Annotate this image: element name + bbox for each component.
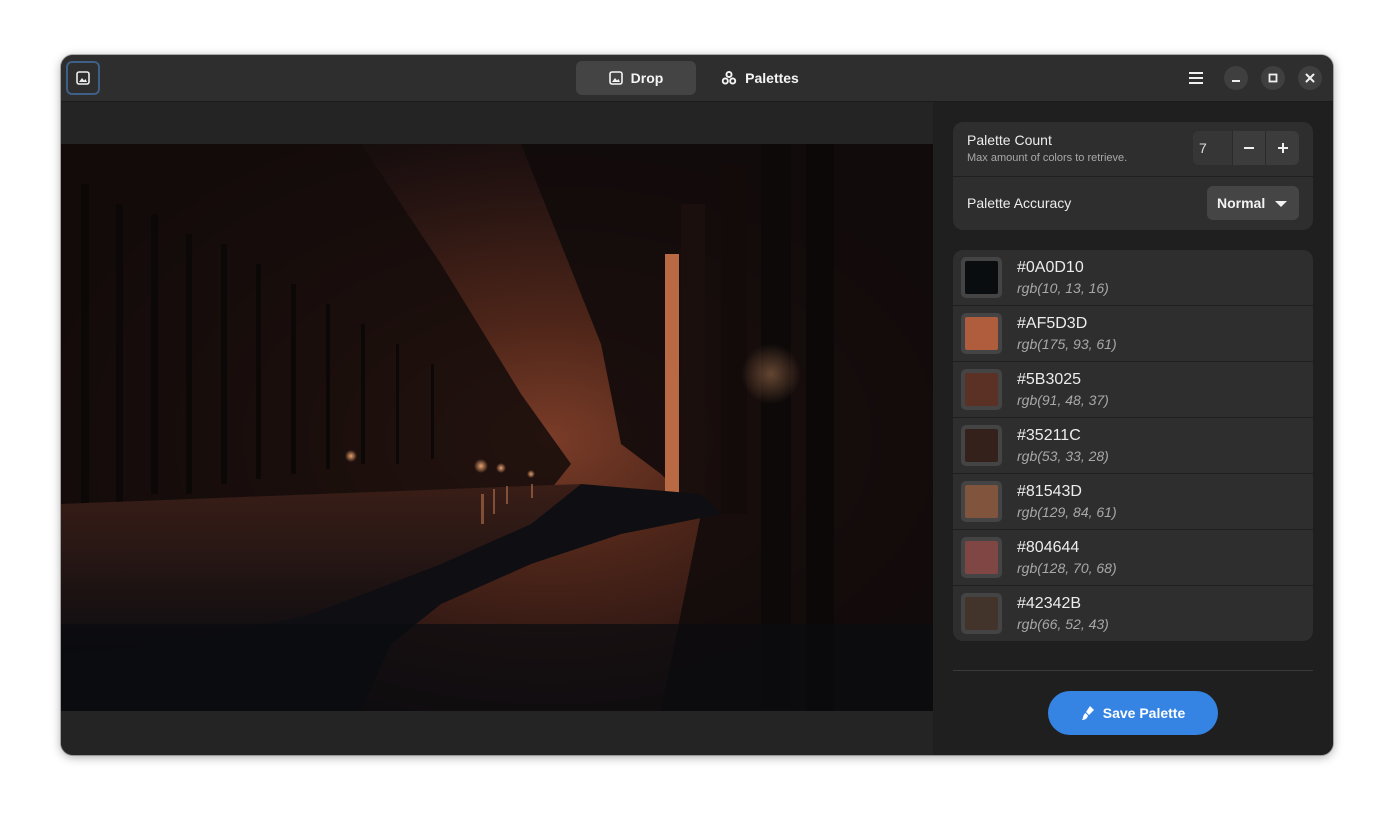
palette-color-row[interactable]: #5B3025 rgb(91, 48, 37) (953, 362, 1313, 418)
palette-color-row[interactable]: #35211C rgb(53, 33, 28) (953, 418, 1313, 474)
image-icon (608, 71, 623, 85)
color-swatch (961, 369, 1002, 410)
main-menu-button[interactable] (1179, 65, 1213, 91)
palette-count-subtitle: Max amount of colors to retrieve. (967, 152, 1128, 164)
palettes-icon (721, 71, 737, 85)
decrement-button[interactable] (1232, 131, 1266, 165)
palette-color-row[interactable]: #AF5D3D rgb(175, 93, 61) (953, 306, 1313, 362)
palette-list: #0A0D10 rgb(10, 13, 16) #AF5D3D rgb(175,… (953, 250, 1313, 641)
close-icon (1305, 73, 1315, 83)
color-swatch (961, 313, 1002, 354)
palette-accuracy-row: Palette Accuracy Normal (953, 177, 1313, 230)
color-rgb: rgb(128, 70, 68) (1017, 560, 1117, 576)
close-button[interactable] (1298, 66, 1322, 90)
plus-icon (1277, 143, 1288, 153)
color-hex: #81543D (1017, 483, 1082, 500)
palette-color-row[interactable]: #0A0D10 rgb(10, 13, 16) (953, 250, 1313, 306)
minimize-icon (1232, 80, 1240, 82)
divider (953, 670, 1313, 671)
palette-count-label: Palette Count (967, 132, 1052, 148)
color-rgb: rgb(91, 48, 37) (1017, 392, 1109, 408)
minimize-button[interactable] (1224, 66, 1248, 90)
paint-brush-icon (1081, 706, 1094, 720)
maximize-icon (1268, 73, 1278, 83)
app-window: Drop Palettes Palette Count Max amount o… (61, 55, 1333, 755)
color-hex: #0A0D10 (1017, 259, 1084, 276)
view-switcher: Drop Palettes (576, 61, 822, 95)
color-swatch (961, 593, 1002, 634)
palette-color-row[interactable]: #804644 rgb(128, 70, 68) (953, 530, 1313, 586)
dropdown-arrow-icon (1275, 201, 1287, 207)
color-hex: #35211C (1017, 427, 1081, 444)
hamburger-menu-icon (1189, 72, 1203, 84)
color-swatch (961, 481, 1002, 522)
minus-icon (1244, 147, 1254, 149)
sidebar: Palette Count Max amount of colors to re… (933, 102, 1333, 755)
increment-button[interactable] (1265, 131, 1299, 165)
color-hex: #AF5D3D (1017, 315, 1088, 332)
color-rgb: rgb(53, 33, 28) (1017, 448, 1109, 464)
palette-count-row: Palette Count Max amount of colors to re… (953, 122, 1313, 177)
palette-accuracy-dropdown[interactable]: Normal (1207, 186, 1299, 220)
tab-drop[interactable]: Drop (576, 61, 696, 95)
palette-color-row[interactable]: #81543D rgb(129, 84, 61) (953, 474, 1313, 530)
tab-palettes-label: Palettes (745, 70, 799, 86)
palette-count-input[interactable]: 7 (1193, 131, 1233, 165)
tab-palettes[interactable]: Palettes (698, 61, 822, 95)
palette-color-row[interactable]: #42342B rgb(66, 52, 43) (953, 586, 1313, 641)
palette-count-spinbutton: 7 (1193, 131, 1299, 165)
loaded-photo (61, 144, 933, 711)
save-palette-button[interactable]: Save Palette (1048, 691, 1218, 735)
color-swatch (961, 425, 1002, 466)
color-rgb: rgb(66, 52, 43) (1017, 616, 1109, 632)
color-rgb: rgb(129, 84, 61) (1017, 504, 1117, 520)
color-rgb: rgb(10, 13, 16) (1017, 280, 1109, 296)
image-icon (76, 71, 90, 85)
image-toggle-button[interactable] (66, 61, 100, 95)
color-hex: #42342B (1017, 595, 1082, 612)
settings-card: Palette Count Max amount of colors to re… (953, 122, 1313, 230)
tab-drop-label: Drop (630, 70, 664, 86)
maximize-button[interactable] (1261, 66, 1285, 90)
color-hex: #5B3025 (1017, 371, 1082, 388)
color-rgb: rgb(175, 93, 61) (1017, 336, 1117, 352)
color-hex: #804644 (1017, 539, 1080, 556)
palette-accuracy-value: Normal (1217, 195, 1266, 211)
color-swatch (961, 257, 1002, 298)
save-palette-label: Save Palette (1102, 705, 1186, 721)
color-swatch (961, 537, 1002, 578)
header-bar: Drop Palettes (61, 55, 1333, 102)
palette-accuracy-label: Palette Accuracy (967, 195, 1072, 211)
image-drop-area[interactable] (61, 102, 933, 755)
